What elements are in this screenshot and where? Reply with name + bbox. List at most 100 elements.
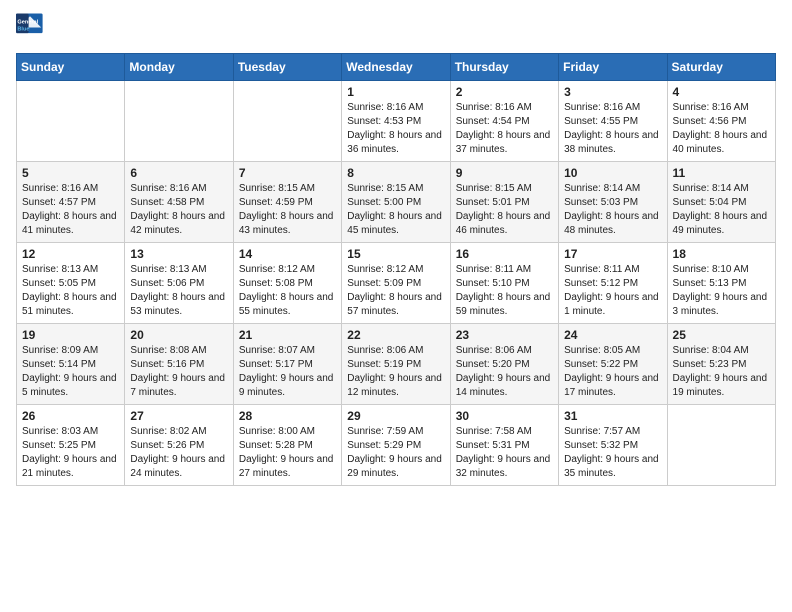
calendar-cell: 5 Sunrise: 8:16 AMSunset: 4:57 PMDaylight…	[17, 162, 125, 243]
day-header-wednesday: Wednesday	[342, 54, 450, 81]
calendar-week-row: 5 Sunrise: 8:16 AMSunset: 4:57 PMDaylight…	[17, 162, 776, 243]
day-info: Sunrise: 8:16 AMSunset: 4:56 PMDaylight:…	[673, 101, 770, 157]
day-number: 27	[130, 409, 227, 423]
calendar-cell	[17, 81, 125, 162]
day-info: Sunrise: 8:04 AMSunset: 5:23 PMDaylight:…	[673, 344, 770, 400]
day-number: 6	[130, 166, 227, 180]
day-info: Sunrise: 8:16 AMSunset: 4:58 PMDaylight:…	[130, 182, 227, 238]
day-info: Sunrise: 8:13 AMSunset: 5:05 PMDaylight:…	[22, 263, 119, 319]
day-number: 21	[239, 328, 336, 342]
day-info: Sunrise: 8:09 AMSunset: 5:14 PMDaylight:…	[22, 344, 119, 400]
calendar-cell: 23 Sunrise: 8:06 AMSunset: 5:20 PMDayligh…	[450, 324, 558, 405]
day-number: 15	[347, 247, 444, 261]
day-info: Sunrise: 8:06 AMSunset: 5:20 PMDaylight:…	[456, 344, 553, 400]
day-info: Sunrise: 7:57 AMSunset: 5:32 PMDaylight:…	[564, 425, 661, 481]
calendar-cell: 11Sunrise: 8:14 AMSunset: 5:04 PMDayligh…	[667, 162, 775, 243]
svg-text:Blue: Blue	[17, 26, 29, 32]
day-info: Sunrise: 8:06 AMSunset: 5:19 PMDaylight:…	[347, 344, 444, 400]
calendar-week-row: 19 Sunrise: 8:09 AMSunset: 5:14 PMDayligh…	[17, 324, 776, 405]
calendar-cell	[233, 81, 341, 162]
day-number: 16	[456, 247, 553, 261]
calendar-cell: 6 Sunrise: 8:16 AMSunset: 4:58 PMDaylight…	[125, 162, 233, 243]
calendar-cell: 28 Sunrise: 8:00 AMSunset: 5:28 PMDayligh…	[233, 405, 341, 486]
page: General Blue SundayMondayTuesdayWednesda…	[0, 0, 792, 612]
day-number: 24	[564, 328, 661, 342]
logo-icon: General Blue	[16, 10, 44, 38]
day-info: Sunrise: 8:02 AMSunset: 5:26 PMDaylight:…	[130, 425, 227, 481]
calendar-cell: 27 Sunrise: 8:02 AMSunset: 5:26 PMDayligh…	[125, 405, 233, 486]
calendar-cell: 2Sunrise: 8:16 AMSunset: 4:54 PMDaylight…	[450, 81, 558, 162]
day-number: 31	[564, 409, 661, 423]
calendar-cell: 15 Sunrise: 8:12 AMSunset: 5:09 PMDayligh…	[342, 243, 450, 324]
day-info: Sunrise: 8:07 AMSunset: 5:17 PMDaylight:…	[239, 344, 336, 400]
day-number: 26	[22, 409, 119, 423]
calendar-cell: 29 Sunrise: 7:59 AMSunset: 5:29 PMDayligh…	[342, 405, 450, 486]
day-info: Sunrise: 8:11 AMSunset: 5:10 PMDaylight:…	[456, 263, 553, 319]
day-info: Sunrise: 8:16 AMSunset: 4:54 PMDaylight:…	[456, 101, 553, 157]
logo: General Blue	[16, 10, 48, 45]
calendar-cell: 13 Sunrise: 8:13 AMSunset: 5:06 PMDayligh…	[125, 243, 233, 324]
svg-text:General: General	[17, 19, 38, 25]
calendar-cell: 18 Sunrise: 8:10 AMSunset: 5:13 PMDayligh…	[667, 243, 775, 324]
calendar-cell: 1 Sunrise: 8:16 AMSunset: 4:53 PMDaylight…	[342, 81, 450, 162]
calendar-cell	[125, 81, 233, 162]
day-header-monday: Monday	[125, 54, 233, 81]
calendar-week-row: 12Sunrise: 8:13 AMSunset: 5:05 PMDayligh…	[17, 243, 776, 324]
day-number: 19	[22, 328, 119, 342]
calendar-cell: 21 Sunrise: 8:07 AMSunset: 5:17 PMDayligh…	[233, 324, 341, 405]
calendar-week-row: 1 Sunrise: 8:16 AMSunset: 4:53 PMDaylight…	[17, 81, 776, 162]
calendar-header-row: SundayMondayTuesdayWednesdayThursdayFrid…	[17, 54, 776, 81]
day-info: Sunrise: 8:03 AMSunset: 5:25 PMDaylight:…	[22, 425, 119, 481]
day-header-thursday: Thursday	[450, 54, 558, 81]
day-info: Sunrise: 8:11 AMSunset: 5:12 PMDaylight:…	[564, 263, 661, 319]
day-info: Sunrise: 8:00 AMSunset: 5:28 PMDaylight:…	[239, 425, 336, 481]
day-info: Sunrise: 8:14 AMSunset: 5:03 PMDaylight:…	[564, 182, 661, 238]
calendar-cell: 20 Sunrise: 8:08 AMSunset: 5:16 PMDayligh…	[125, 324, 233, 405]
calendar-cell: 7 Sunrise: 8:15 AMSunset: 4:59 PMDaylight…	[233, 162, 341, 243]
calendar-cell: 16 Sunrise: 8:11 AMSunset: 5:10 PMDayligh…	[450, 243, 558, 324]
day-number: 5	[22, 166, 119, 180]
day-number: 13	[130, 247, 227, 261]
calendar-cell: 25Sunrise: 8:04 AMSunset: 5:23 PMDayligh…	[667, 324, 775, 405]
day-info: Sunrise: 8:15 AMSunset: 5:00 PMDaylight:…	[347, 182, 444, 238]
calendar-cell: 31 Sunrise: 7:57 AMSunset: 5:32 PMDayligh…	[559, 405, 667, 486]
day-info: Sunrise: 8:15 AMSunset: 4:59 PMDaylight:…	[239, 182, 336, 238]
day-number: 17	[564, 247, 661, 261]
calendar-week-row: 26 Sunrise: 8:03 AMSunset: 5:25 PMDayligh…	[17, 405, 776, 486]
day-number: 30	[456, 409, 553, 423]
day-number: 1	[347, 85, 444, 99]
day-info: Sunrise: 8:12 AMSunset: 5:09 PMDaylight:…	[347, 263, 444, 319]
day-info: Sunrise: 8:08 AMSunset: 5:16 PMDaylight:…	[130, 344, 227, 400]
day-number: 18	[673, 247, 770, 261]
day-number: 20	[130, 328, 227, 342]
calendar-cell: 26 Sunrise: 8:03 AMSunset: 5:25 PMDayligh…	[17, 405, 125, 486]
calendar-cell: 12Sunrise: 8:13 AMSunset: 5:05 PMDayligh…	[17, 243, 125, 324]
day-number: 10	[564, 166, 661, 180]
calendar-cell: 10 Sunrise: 8:14 AMSunset: 5:03 PMDayligh…	[559, 162, 667, 243]
day-header-saturday: Saturday	[667, 54, 775, 81]
calendar-cell: 9 Sunrise: 8:15 AMSunset: 5:01 PMDaylight…	[450, 162, 558, 243]
day-number: 8	[347, 166, 444, 180]
day-info: Sunrise: 8:16 AMSunset: 4:57 PMDaylight:…	[22, 182, 119, 238]
day-header-sunday: Sunday	[17, 54, 125, 81]
calendar-cell: 24 Sunrise: 8:05 AMSunset: 5:22 PMDayligh…	[559, 324, 667, 405]
calendar-cell: 3Sunrise: 8:16 AMSunset: 4:55 PMDaylight…	[559, 81, 667, 162]
day-info: Sunrise: 8:10 AMSunset: 5:13 PMDaylight:…	[673, 263, 770, 319]
day-info: Sunrise: 8:16 AMSunset: 4:53 PMDaylight:…	[347, 101, 444, 157]
day-number: 28	[239, 409, 336, 423]
day-info: Sunrise: 8:13 AMSunset: 5:06 PMDaylight:…	[130, 263, 227, 319]
calendar-table: SundayMondayTuesdayWednesdayThursdayFrid…	[16, 53, 776, 486]
day-info: Sunrise: 8:05 AMSunset: 5:22 PMDaylight:…	[564, 344, 661, 400]
day-number: 9	[456, 166, 553, 180]
day-info: Sunrise: 8:15 AMSunset: 5:01 PMDaylight:…	[456, 182, 553, 238]
calendar-cell: 30Sunrise: 7:58 AMSunset: 5:31 PMDayligh…	[450, 405, 558, 486]
day-number: 23	[456, 328, 553, 342]
day-number: 11	[673, 166, 770, 180]
day-number: 7	[239, 166, 336, 180]
day-number: 4	[673, 85, 770, 99]
calendar-cell: 22Sunrise: 8:06 AMSunset: 5:19 PMDayligh…	[342, 324, 450, 405]
day-number: 29	[347, 409, 444, 423]
calendar-cell: 4 Sunrise: 8:16 AMSunset: 4:56 PMDaylight…	[667, 81, 775, 162]
day-info: Sunrise: 7:59 AMSunset: 5:29 PMDaylight:…	[347, 425, 444, 481]
calendar-cell: 8 Sunrise: 8:15 AMSunset: 5:00 PMDaylight…	[342, 162, 450, 243]
